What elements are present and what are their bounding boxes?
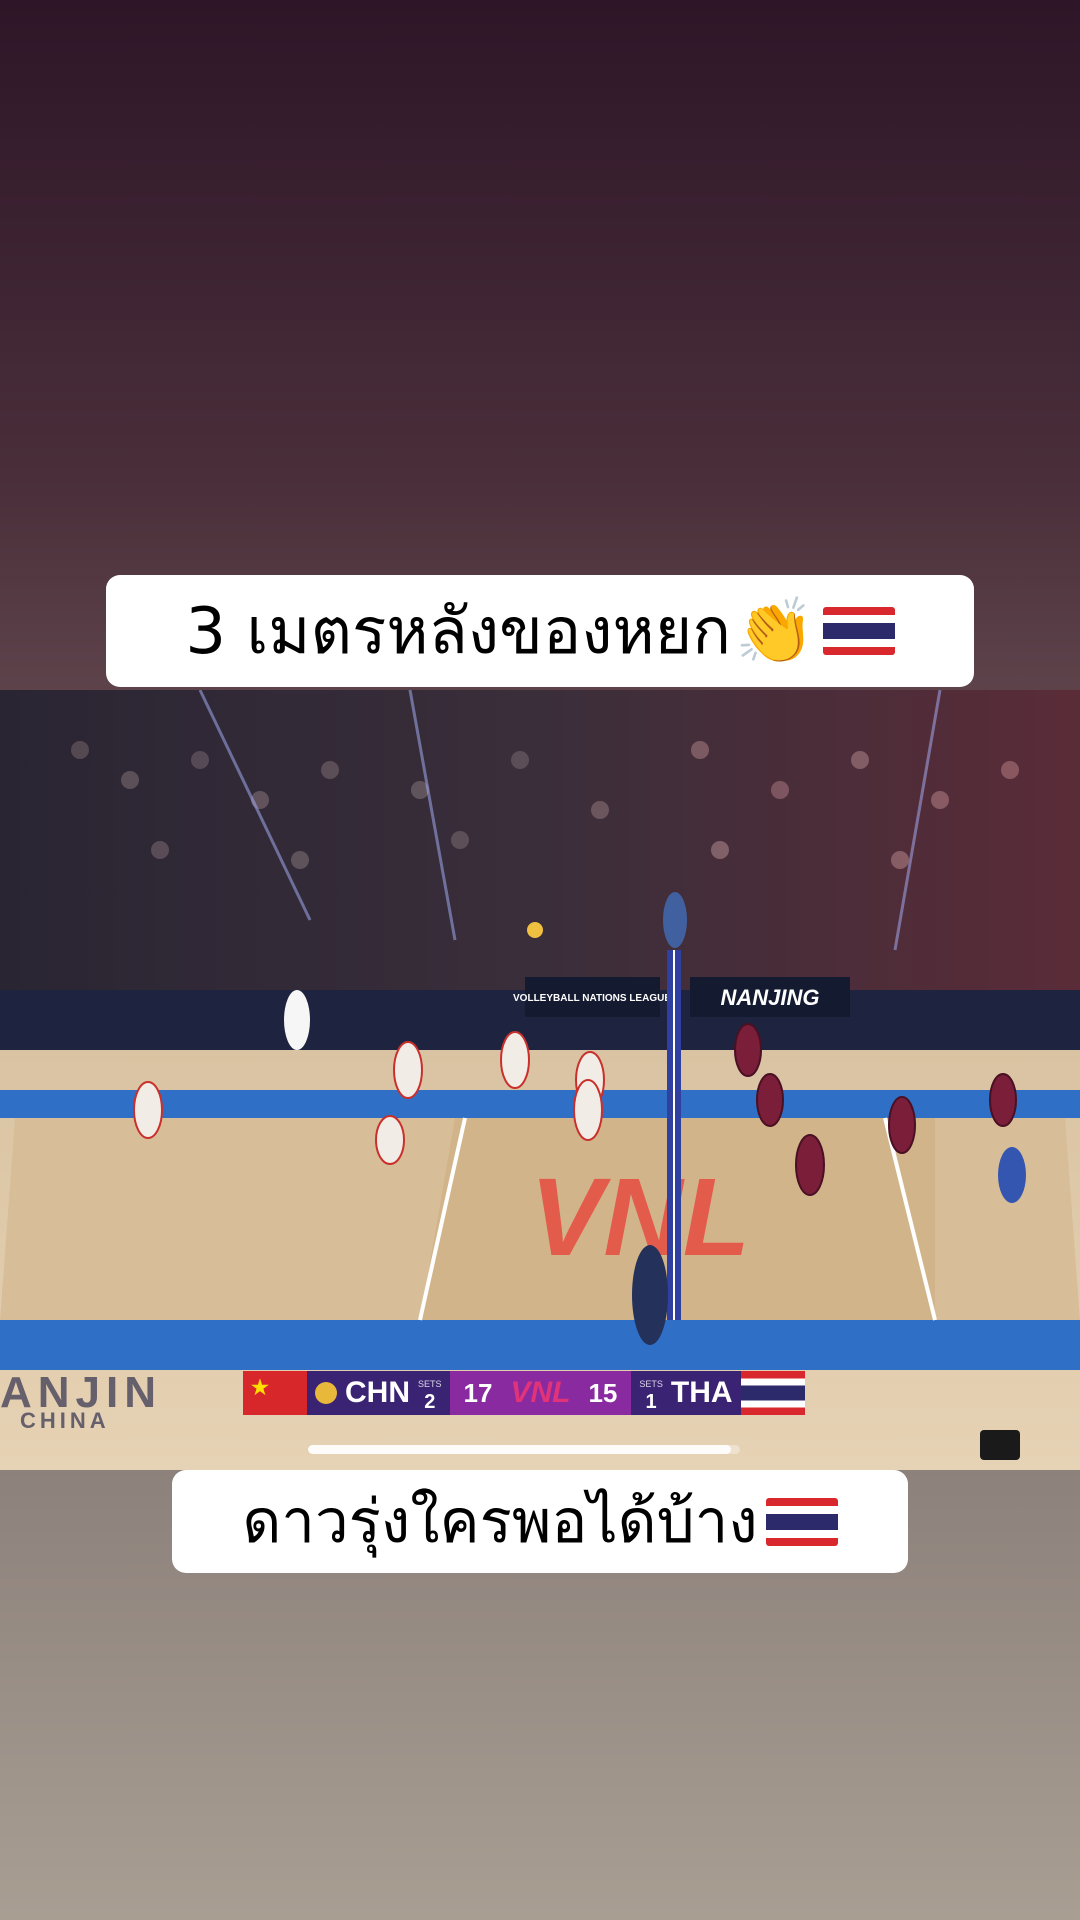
home-sets-value: 2 [424, 1391, 436, 1413]
home-points: 17 [463, 1377, 493, 1408]
ad-board-nanjing-text: NANJING [720, 985, 819, 1010]
player-libero [998, 1147, 1026, 1203]
second-referee [632, 1245, 668, 1345]
away-sets: SETS 1 [639, 1375, 663, 1413]
thailand-flag-icon [822, 607, 895, 655]
away-sets-value: 1 [645, 1391, 657, 1413]
thailand-flag-small-icon [740, 1371, 805, 1415]
home-team: CHN SETS 2 [307, 1371, 450, 1415]
caption-bottom: ดาวรุ่งใครพอได้บ้าง [172, 1470, 908, 1573]
story-viewer[interactable]: 3 เมตรหลังของหยก 👏 VOLLEYBALL NATIONS LE… [0, 0, 1080, 1920]
thailand-flag-icon [765, 1497, 838, 1546]
away-code: THA [670, 1376, 733, 1409]
vnl-logo: VNL [510, 1376, 571, 1409]
court-free-zone-bottom [0, 1320, 1080, 1370]
scoreboard: CHN SETS 2 17 VNL 15 SETS 1 THA [243, 1371, 805, 1415]
home-code: CHN [345, 1376, 410, 1409]
score-center: 17 VNL 15 [449, 1371, 632, 1415]
china-flag-icon [243, 1371, 307, 1415]
caption-top-text: 3 เมตรหลังของหยก [185, 595, 731, 669]
volleyball [527, 922, 543, 938]
home-sets: SETS 2 [418, 1375, 442, 1413]
ad-board-vnl-text: VOLLEYBALL NATIONS LEAGUE [513, 993, 671, 1004]
away-points: 15 [588, 1377, 618, 1408]
caption-bottom-text: ดาวรุ่งใครพอได้บ้าง [242, 1487, 758, 1557]
video-frame[interactable]: VOLLEYBALL NATIONS LEAGUE NANJING VNL [0, 690, 1080, 1470]
referee [663, 892, 687, 948]
crowd-stands [0, 690, 1080, 990]
away-team: SETS 1 THA [631, 1371, 741, 1415]
away-sets-label: SETS [639, 1379, 663, 1389]
home-sets-label: SETS [418, 1379, 442, 1389]
clapping-hands-icon: 👏 [734, 594, 815, 669]
video-progress-fill [308, 1445, 732, 1454]
caption-top: 3 เมตรหลังของหยก 👏 [106, 575, 974, 687]
video-progress-bar[interactable] [308, 1445, 740, 1454]
camera-device [980, 1430, 1020, 1460]
venue-watermark-sub: CHINA [20, 1408, 110, 1433]
court-scene: VOLLEYBALL NATIONS LEAGUE NANJING VNL [0, 690, 1080, 1470]
line-judge [284, 990, 310, 1050]
federation-badge-icon [315, 1382, 337, 1404]
